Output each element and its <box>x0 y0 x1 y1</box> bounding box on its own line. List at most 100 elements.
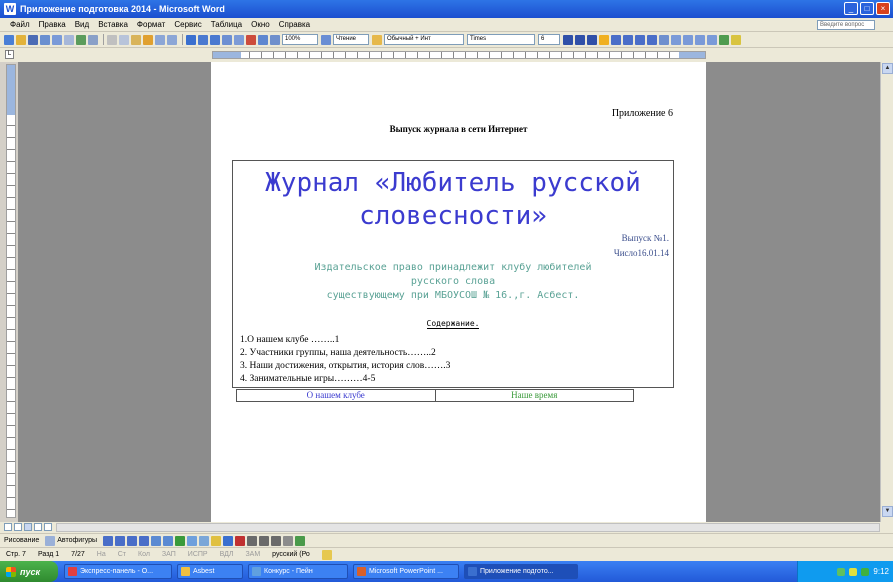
line-icon[interactable] <box>103 535 114 546</box>
draw-menu[interactable]: Рисование <box>4 537 39 544</box>
insert-excel-icon[interactable] <box>222 34 232 45</box>
menu-format[interactable]: Формат <box>137 20 165 29</box>
task-express-panel[interactable]: Экспресс-панель - О... <box>64 564 172 579</box>
web-layout-icon[interactable] <box>14 523 22 531</box>
paste-icon[interactable] <box>131 34 141 45</box>
link-our-time[interactable]: Наше время <box>436 390 634 401</box>
left-margin-marker[interactable] <box>213 52 241 58</box>
hyperlink-icon[interactable] <box>186 34 196 45</box>
menu-edit[interactable]: Правка <box>39 20 66 29</box>
vertical-ruler[interactable] <box>6 64 16 518</box>
menu-insert[interactable]: Вставка <box>98 20 128 29</box>
justify-icon[interactable] <box>647 34 657 45</box>
task-word-document[interactable]: Приложение подгото... <box>464 564 578 579</box>
insert-table-icon[interactable] <box>210 34 220 45</box>
oval-icon[interactable] <box>139 535 150 546</box>
shadow-style-icon[interactable] <box>283 535 294 546</box>
highlight-icon[interactable] <box>599 34 609 45</box>
status-ovr[interactable]: ЗАМ <box>245 551 260 558</box>
menu-window[interactable]: Окно <box>251 20 270 29</box>
maximize-button[interactable]: □ <box>860 2 874 15</box>
task-powerpoint[interactable]: Microsoft PowerPoint ... <box>353 564 459 579</box>
horizontal-ruler[interactable] <box>212 51 706 59</box>
arrow-icon[interactable] <box>115 535 126 546</box>
font-color-icon[interactable] <box>731 34 741 45</box>
dash-style-icon[interactable] <box>259 535 270 546</box>
normal-view-icon[interactable] <box>4 523 12 531</box>
menu-view[interactable]: Вид <box>75 20 89 29</box>
scroll-down-icon[interactable]: ▼ <box>882 506 893 517</box>
tray-clock[interactable]: 9:12 <box>873 567 889 576</box>
read-mode-button[interactable]: Чтение <box>333 34 369 45</box>
print-preview-icon[interactable] <box>64 34 74 45</box>
copy-icon[interactable] <box>119 34 129 45</box>
minimize-button[interactable]: _ <box>844 2 858 15</box>
top-margin-marker[interactable] <box>7 65 15 115</box>
new-document-icon[interactable] <box>4 34 14 45</box>
underline-icon[interactable] <box>587 34 597 45</box>
redo-icon[interactable] <box>167 34 177 45</box>
tab-selector-icon[interactable]: L <box>5 50 14 59</box>
bullets-icon[interactable] <box>683 34 693 45</box>
font-size-select[interactable]: 6 <box>538 34 560 45</box>
permission-icon[interactable] <box>40 34 50 45</box>
save-icon[interactable] <box>28 34 38 45</box>
task-contest-paint[interactable]: Конкурс - Пейн <box>248 564 348 579</box>
arrow-style-icon[interactable] <box>271 535 282 546</box>
fill-color-icon[interactable] <box>211 535 222 546</box>
draw-font-color-icon[interactable] <box>235 535 246 546</box>
tray-network-icon[interactable] <box>837 567 846 576</box>
styles-pane-icon[interactable] <box>372 34 382 45</box>
line-spacing-icon[interactable] <box>659 34 669 45</box>
scroll-up-icon[interactable]: ▲ <box>882 63 893 74</box>
tray-antivirus-icon[interactable] <box>861 567 870 576</box>
zoom-select[interactable]: 100% <box>282 34 318 45</box>
show-hide-icon[interactable] <box>270 34 280 45</box>
start-button[interactable]: пуск <box>0 561 58 582</box>
status-language[interactable]: русский (Ро <box>272 551 310 558</box>
decrease-indent-icon[interactable] <box>695 34 705 45</box>
research-icon[interactable] <box>88 34 98 45</box>
close-button[interactable]: × <box>876 2 890 15</box>
3d-style-icon[interactable] <box>295 535 306 546</box>
style-select[interactable]: Обычный + Инт <box>384 34 464 45</box>
document-page[interactable]: Приложение 6 Выпуск журнала в сети Интер… <box>211 62 706 522</box>
task-asbest[interactable]: Asbest <box>177 564 243 579</box>
line-color-icon[interactable] <box>223 535 234 546</box>
align-center-icon[interactable] <box>623 34 633 45</box>
document-map-icon[interactable] <box>258 34 268 45</box>
print-layout-icon[interactable] <box>24 523 32 531</box>
outline-view-icon[interactable] <box>34 523 42 531</box>
clip-art-icon[interactable] <box>187 535 198 546</box>
menu-tools[interactable]: Сервис <box>174 20 201 29</box>
right-margin-marker[interactable] <box>679 52 705 58</box>
drawing-icon[interactable] <box>246 34 256 45</box>
undo-icon[interactable] <box>155 34 165 45</box>
menu-file[interactable]: Файл <box>10 20 30 29</box>
status-ext[interactable]: ВДЛ <box>220 551 234 558</box>
columns-icon[interactable] <box>234 34 244 45</box>
font-select[interactable]: Times <box>467 34 535 45</box>
help-question-input[interactable]: Введите вопрос <box>817 20 875 30</box>
print-icon[interactable] <box>52 34 62 45</box>
cut-icon[interactable] <box>107 34 117 45</box>
align-right-icon[interactable] <box>635 34 645 45</box>
menu-table[interactable]: Таблица <box>211 20 242 29</box>
align-left-icon[interactable] <box>611 34 621 45</box>
word-app-icon[interactable]: W <box>4 3 16 15</box>
link-about-club[interactable]: О нашем клубе <box>237 390 436 401</box>
tray-volume-icon[interactable] <box>849 567 858 576</box>
rectangle-icon[interactable] <box>127 535 138 546</box>
spelling-icon[interactable] <box>76 34 86 45</box>
line-style-icon[interactable] <box>247 535 258 546</box>
tables-borders-icon[interactable] <box>198 34 208 45</box>
wordart-icon[interactable] <box>163 535 174 546</box>
select-objects-icon[interactable] <box>45 535 56 546</box>
status-track[interactable]: ИСПР <box>188 551 208 558</box>
italic-icon[interactable] <box>575 34 585 45</box>
increase-indent-icon[interactable] <box>707 34 717 45</box>
border-icon[interactable] <box>719 34 729 45</box>
spelling-status-icon[interactable] <box>321 549 332 560</box>
horizontal-scrollbar[interactable] <box>56 523 880 532</box>
status-rec[interactable]: ЗАП <box>162 551 176 558</box>
